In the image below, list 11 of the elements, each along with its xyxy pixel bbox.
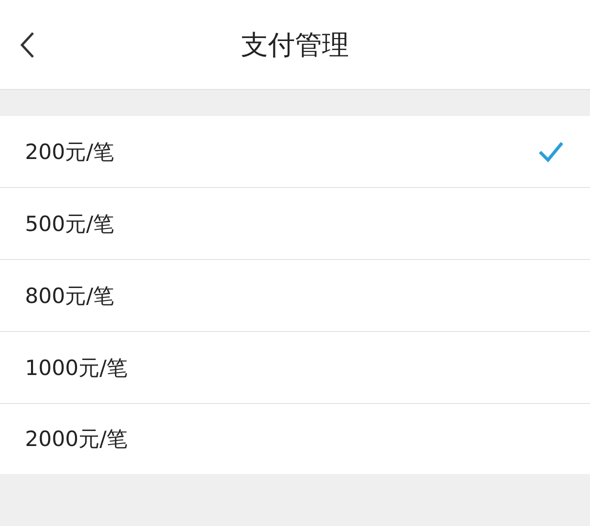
payment-limit-option[interactable]: 800元/笔	[0, 260, 590, 332]
payment-limit-option[interactable]: 200元/笔	[0, 116, 590, 188]
option-label: 800元/笔	[25, 282, 114, 310]
payment-limit-option[interactable]: 2000元/笔	[0, 404, 590, 474]
page-title: 支付管理	[241, 28, 349, 62]
option-label: 200元/笔	[25, 138, 114, 166]
option-label: 2000元/笔	[25, 426, 128, 453]
payment-limit-option[interactable]: 500元/笔	[0, 188, 590, 260]
payment-limit-option[interactable]: 1000元/笔	[0, 332, 590, 404]
option-label: 500元/笔	[25, 210, 114, 238]
option-label: 1000元/笔	[25, 354, 128, 382]
